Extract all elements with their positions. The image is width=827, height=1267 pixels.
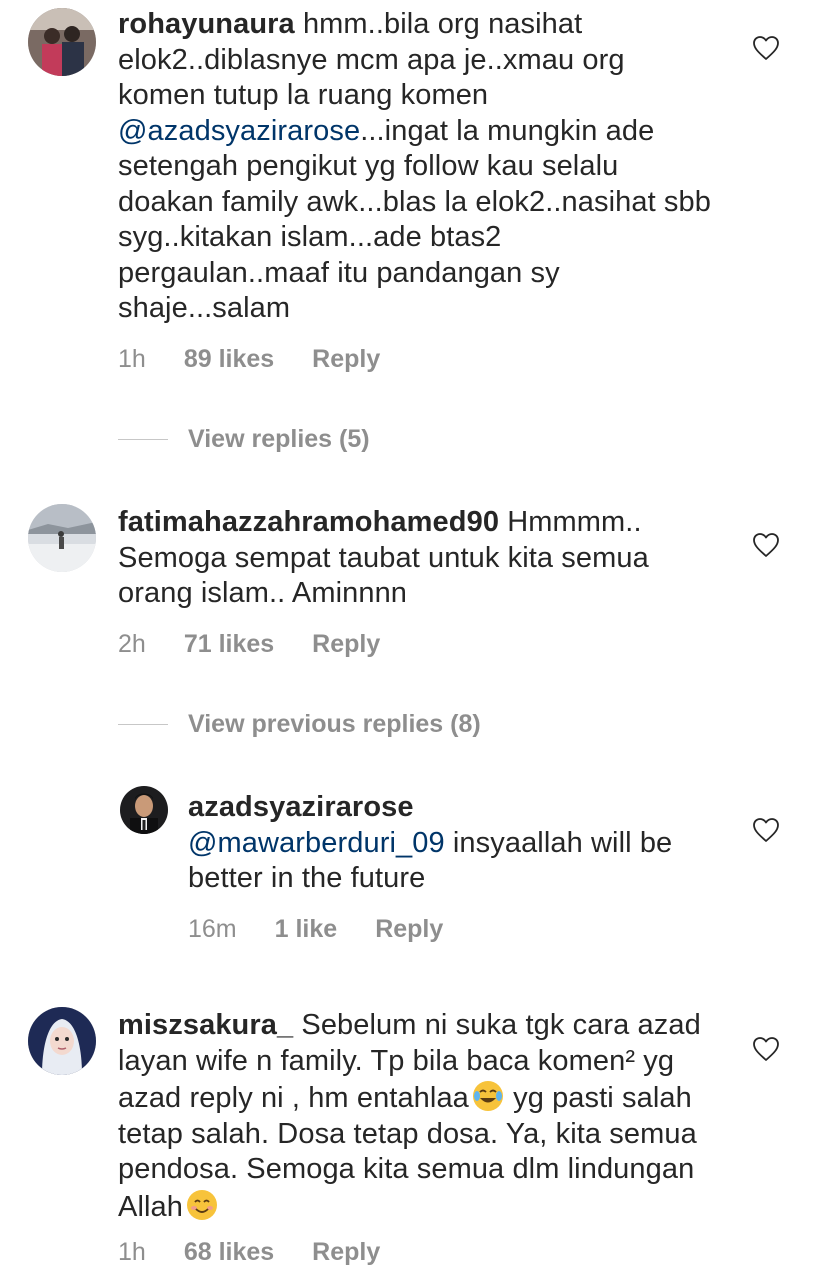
divider-line	[118, 439, 168, 440]
comment-text: miszsakura_ Sebelum ni suka tgk cara aza…	[118, 1008, 718, 1225]
avatar-photo	[28, 504, 96, 572]
view-replies-button[interactable]: View replies (5)	[118, 425, 370, 454]
like-heart-icon[interactable]	[752, 532, 780, 558]
comment-text: fatimahazzahramohamed90 Hmmmm.. Semoga s…	[118, 505, 718, 612]
avatar-photo	[120, 786, 168, 834]
avatar[interactable]	[120, 786, 168, 834]
comment-meta: 1h 89 likes Reply	[118, 345, 380, 374]
comment-username[interactable]: rohayunaura	[118, 8, 295, 40]
comment-time: 16m	[188, 915, 237, 943]
like-heart-icon[interactable]	[752, 817, 780, 843]
like-heart-icon[interactable]	[752, 1036, 780, 1062]
comment-username[interactable]: miszsakura_	[118, 1009, 293, 1041]
avatar[interactable]	[28, 504, 96, 572]
reply-button[interactable]: Reply	[312, 345, 380, 374]
comment-meta: 16m 1 like Reply	[188, 915, 443, 944]
likes-count[interactable]: 89 likes	[184, 345, 274, 374]
avatar[interactable]	[28, 1007, 96, 1075]
reply-button[interactable]: Reply	[375, 915, 443, 944]
smiling-face-icon	[185, 1188, 219, 1222]
avatar[interactable]	[28, 8, 96, 76]
divider-line	[118, 724, 168, 725]
view-replies-label: View replies (5)	[188, 425, 370, 453]
comment-time: 2h	[118, 630, 146, 658]
comment-username[interactable]: azadsyazirarose	[188, 791, 414, 823]
avatar-photo	[28, 1007, 96, 1075]
comment-meta: 2h 71 likes Reply	[118, 630, 380, 659]
comment-time: 1h	[118, 345, 146, 373]
likes-count[interactable]: 71 likes	[184, 630, 274, 659]
comment-text: azadsyazirarose @mawarberduri_09 insyaal…	[188, 790, 698, 897]
view-previous-replies-button[interactable]: View previous replies (8)	[118, 710, 481, 739]
like-heart-icon[interactable]	[752, 35, 780, 61]
mention-link[interactable]: @azadsyazirarose	[118, 115, 360, 147]
comment-text: rohayunaura hmm..bila org nasihat elok2.…	[118, 7, 718, 327]
likes-count[interactable]: 1 like	[275, 915, 338, 944]
face-with-tears-of-joy-icon	[471, 1079, 505, 1113]
avatar-photo	[28, 8, 96, 76]
comment-username[interactable]: fatimahazzahramohamed90	[118, 506, 499, 538]
reply-button[interactable]: Reply	[312, 630, 380, 659]
view-replies-label: View previous replies (8)	[188, 710, 481, 738]
mention-link[interactable]: @mawarberduri_09	[188, 827, 445, 859]
